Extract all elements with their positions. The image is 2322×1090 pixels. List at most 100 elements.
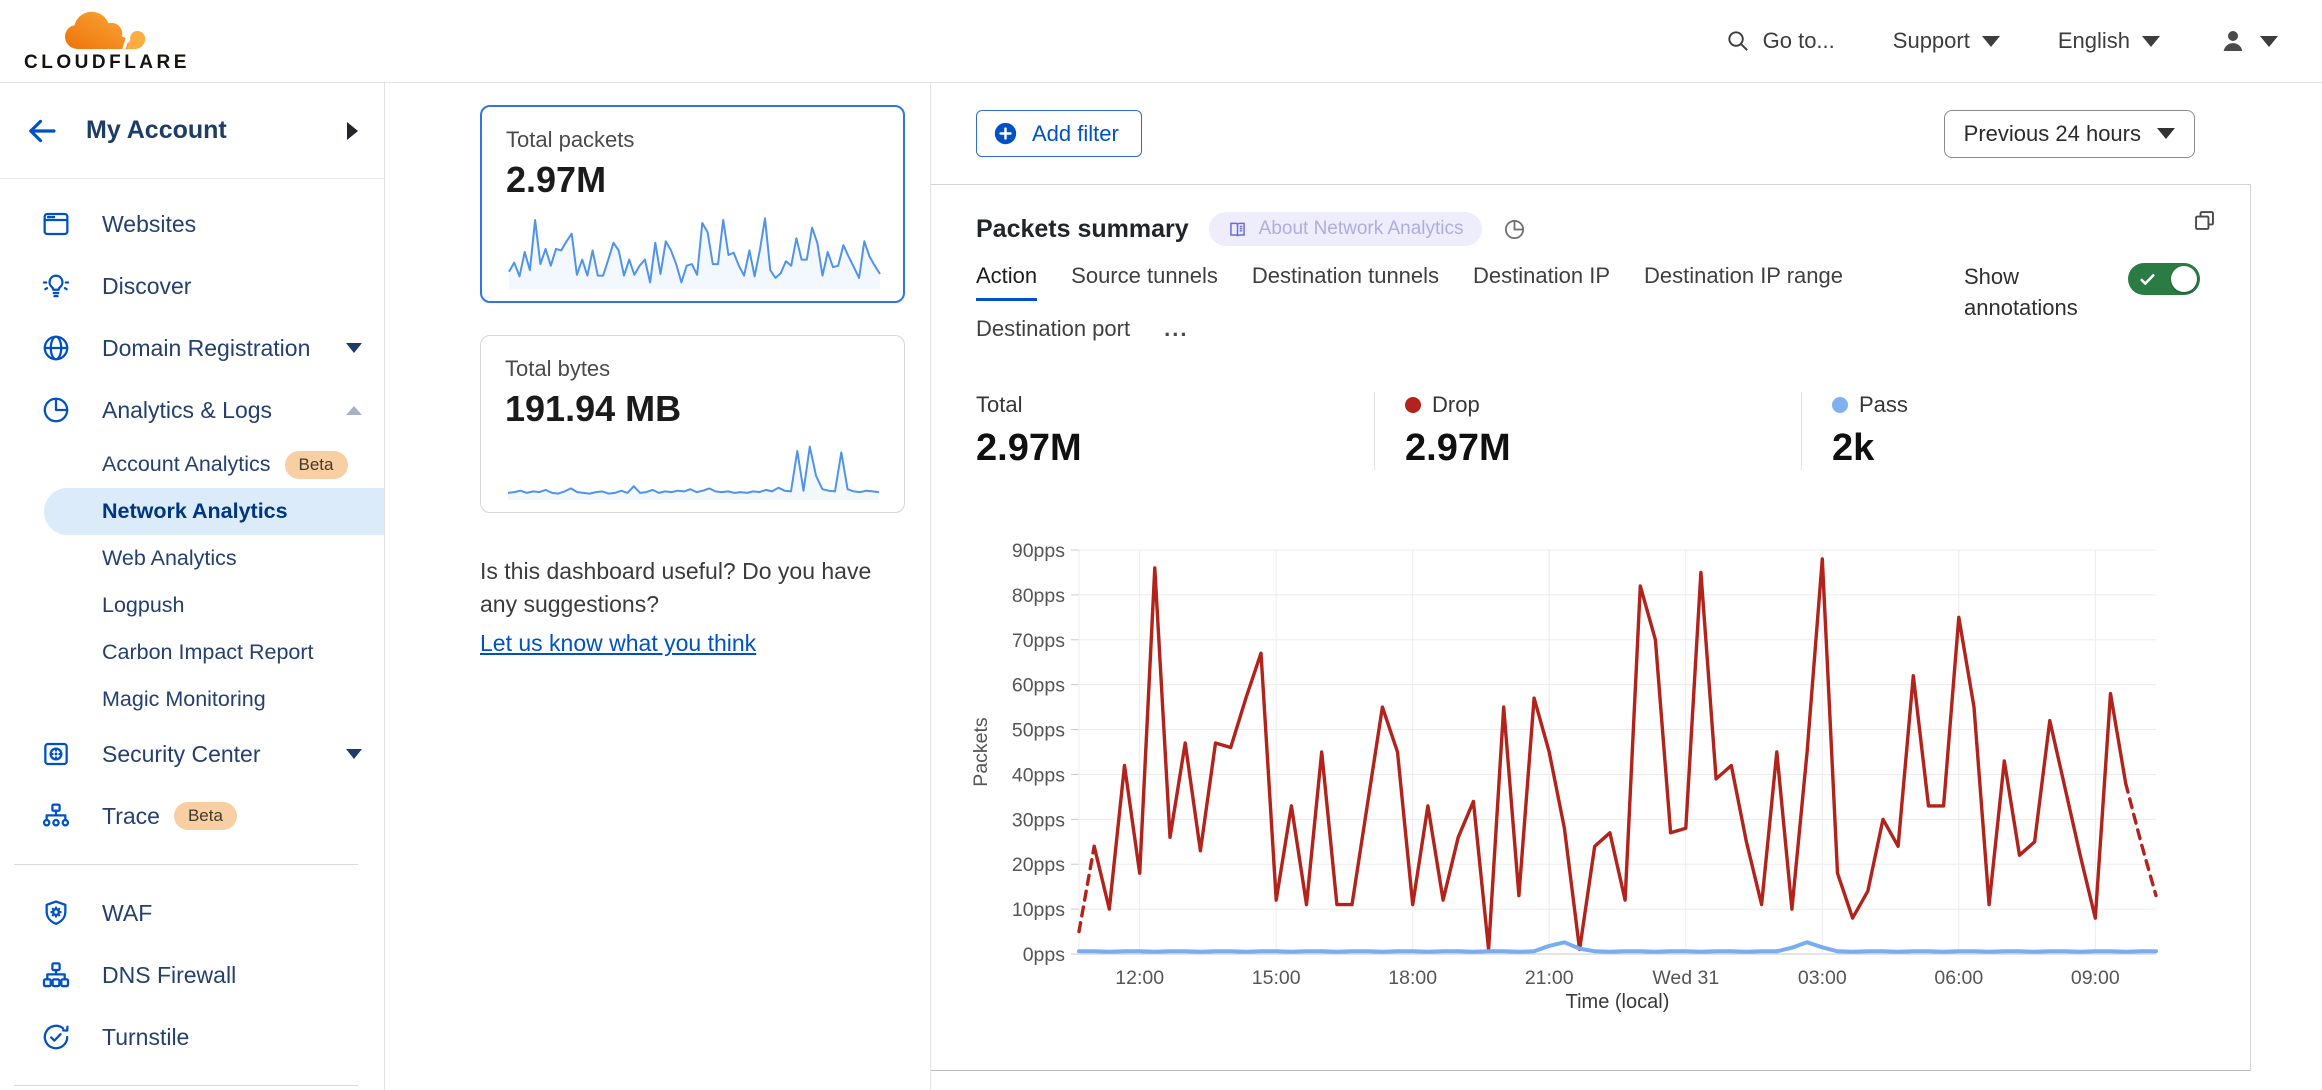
svg-text:30pps: 30pps xyxy=(1012,809,1065,831)
svg-text:Wed 31: Wed 31 xyxy=(1652,967,1719,989)
account-menu[interactable] xyxy=(2218,26,2278,56)
goto-label: Go to... xyxy=(1763,28,1835,54)
sidebar-item-account-analytics[interactable]: Account AnalyticsBeta xyxy=(0,441,384,488)
chevron-right-icon[interactable] xyxy=(347,122,358,140)
sidebar-item-domain-registration[interactable]: Domain Registration xyxy=(0,317,384,379)
sidebar: My Account Websites Discover Domain Regist… xyxy=(0,83,385,1090)
network-tree-icon xyxy=(40,959,72,991)
pie-chart-icon[interactable] xyxy=(1502,217,1527,242)
svg-text:21:00: 21:00 xyxy=(1525,967,1574,989)
beta-badge: Beta xyxy=(174,802,237,830)
annotations-toggle[interactable] xyxy=(2128,263,2200,295)
back-arrow-icon[interactable] xyxy=(24,113,60,149)
card-value: 191.94 MB xyxy=(505,388,880,430)
tab-destination-port[interactable]: Destination port xyxy=(976,316,1130,354)
svg-text:18:00: 18:00 xyxy=(1388,967,1437,989)
shield-gear-icon xyxy=(40,897,72,929)
lightbulb-icon xyxy=(40,270,72,302)
svg-text:12:00: 12:00 xyxy=(1115,967,1164,989)
tab-destination-ip-range[interactable]: Destination IP range xyxy=(1644,263,1843,301)
safe-icon xyxy=(40,738,72,770)
sidebar-divider xyxy=(14,1085,358,1086)
user-icon xyxy=(2218,26,2248,56)
show-annotations-label: Show annotations xyxy=(1964,261,2086,323)
goto-search[interactable]: Go to... xyxy=(1725,28,1835,54)
panel-header: Packets summary About Network Analytics xyxy=(931,185,2250,246)
sidebar-item-waf[interactable]: WAF xyxy=(0,882,384,944)
sidebar-subnav: Account AnalyticsBetaNetwork AnalyticsWe… xyxy=(0,441,384,723)
sidebar-item-label: Turnstile xyxy=(102,1024,189,1051)
sidebar-item-dns-firewall[interactable]: DNS Firewall xyxy=(0,944,384,1006)
top-bar: CLOUDFLARE Go to... Support English xyxy=(0,0,2322,83)
chevron-up-icon xyxy=(346,406,362,415)
svg-text:09:00: 09:00 xyxy=(2071,967,2120,989)
expand-panel-icon[interactable] xyxy=(2191,207,2218,234)
sidebar-nav: Websites Discover Domain Registration Analy… xyxy=(0,179,384,1090)
pie-chart-icon xyxy=(40,394,72,426)
sidebar-item-label: Discover xyxy=(102,273,191,300)
tab-action[interactable]: Action xyxy=(976,263,1037,301)
support-label: Support xyxy=(1893,28,1970,54)
sidebar-item-websites[interactable]: Websites xyxy=(0,193,384,255)
sidebar-item-label: Trace xyxy=(102,803,160,830)
chevron-down-icon xyxy=(346,343,362,353)
panel-title: Packets summary xyxy=(976,215,1189,244)
sidebar-item-magic-monitoring[interactable]: Magic Monitoring xyxy=(0,676,384,723)
language-menu[interactable]: English xyxy=(2058,28,2160,54)
show-annotations-control: Show annotations xyxy=(1964,261,2200,323)
stat-total: Total 2.97M xyxy=(931,392,1374,470)
support-menu[interactable]: Support xyxy=(1893,28,2000,54)
search-icon xyxy=(1725,28,1751,54)
trace-icon xyxy=(40,800,72,832)
add-filter-label: Add filter xyxy=(1032,121,1119,147)
card-value: 2.97M xyxy=(506,159,879,201)
sidebar-item-label: Security Center xyxy=(102,741,261,768)
about-network-analytics-badge[interactable]: About Network Analytics xyxy=(1209,212,1482,246)
summary-cards: Total packets 2.97M Total bytes191.94 MB xyxy=(386,105,930,513)
sidebar-subitem-label: Logpush xyxy=(102,593,185,618)
summary-card-total-bytes[interactable]: Total bytes191.94 MB xyxy=(480,335,905,513)
sidebar-item-discover[interactable]: Discover xyxy=(0,255,384,317)
tab-destination-ip[interactable]: Destination IP xyxy=(1473,263,1610,301)
sidebar-item-label: Domain Registration xyxy=(102,335,310,362)
summary-card-total-packets[interactable]: Total packets 2.97M xyxy=(480,105,905,303)
stat-pass: Pass 2k xyxy=(1801,392,2250,470)
tab-source-tunnels[interactable]: Source tunnels xyxy=(1071,263,1218,301)
chevron-down-icon xyxy=(346,749,362,759)
sidebar-item-logpush[interactable]: Logpush xyxy=(0,582,384,629)
total-packets-sparkline xyxy=(506,209,883,291)
packets-time-series-chart[interactable]: 0pps10pps20pps30pps40pps50pps60pps70pps8… xyxy=(931,482,2251,1027)
legend-dot-drop xyxy=(1405,397,1421,413)
beta-badge: Beta xyxy=(285,451,348,479)
sidebar-item-analytics-logs[interactable]: Analytics & Logs xyxy=(0,379,384,441)
sidebar-item-security-center[interactable]: Security Center xyxy=(0,723,384,785)
sidebar-item-turnstile[interactable]: Turnstile xyxy=(0,1006,384,1068)
cloudflare-wordmark: CLOUDFLARE xyxy=(24,52,190,74)
account-header[interactable]: My Account xyxy=(0,83,384,179)
sidebar-item-trace[interactable]: Trace Beta xyxy=(0,785,384,847)
svg-text:40pps: 40pps xyxy=(1012,764,1065,786)
language-label: English xyxy=(2058,28,2130,54)
svg-text:Time (local): Time (local) xyxy=(1566,991,1670,1013)
card-label: Total packets xyxy=(506,127,879,153)
stat-value: 2.97M xyxy=(976,427,1374,470)
sidebar-item-network-analytics[interactable]: Network Analytics xyxy=(44,488,384,535)
add-filter-button[interactable]: Add filter xyxy=(976,110,1142,157)
time-range-dropdown[interactable]: Previous 24 hours xyxy=(1944,110,2195,158)
stat-header: Total xyxy=(976,392,1374,418)
totals-row: Total 2.97M Drop 2.97M Pass 2k xyxy=(931,392,2250,470)
feedback-link[interactable]: Let us know what you think xyxy=(480,630,756,657)
top-navigation: Go to... Support English xyxy=(1725,26,2278,56)
middle-column: Total packets 2.97M Total bytes191.94 MB I… xyxy=(386,83,930,1090)
stat-header: Pass xyxy=(1832,392,2250,418)
stat-value: 2k xyxy=(1832,427,2250,470)
stat-label: Drop xyxy=(1432,392,1480,418)
cloudflare-logo[interactable]: CLOUDFLARE xyxy=(22,9,192,74)
svg-text:60pps: 60pps xyxy=(1012,675,1065,697)
tab-destination-tunnels[interactable]: Destination tunnels xyxy=(1252,263,1439,301)
tab-more[interactable]: ... xyxy=(1164,316,1188,354)
sidebar-item-carbon-impact-report[interactable]: Carbon Impact Report xyxy=(0,629,384,676)
sidebar-item-label: Analytics & Logs xyxy=(102,397,272,424)
sidebar-item-web-analytics[interactable]: Web Analytics xyxy=(0,535,384,582)
feedback-question: Is this dashboard useful? Do you have an… xyxy=(480,555,902,622)
